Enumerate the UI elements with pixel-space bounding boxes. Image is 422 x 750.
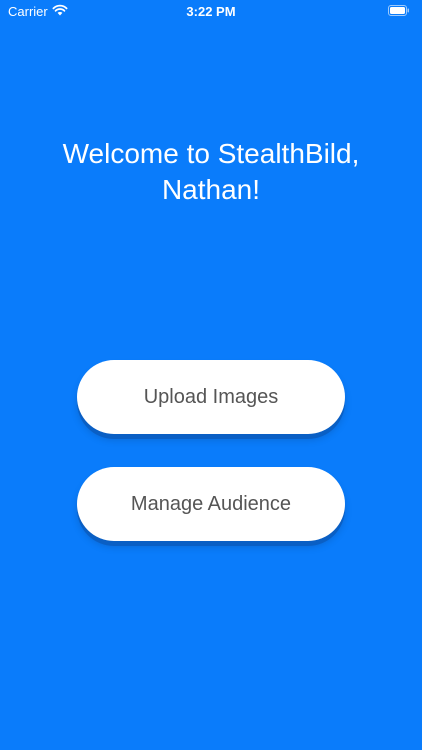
welcome-title: Welcome to StealthBild, Nathan! xyxy=(0,136,422,208)
manage-audience-button[interactable]: Manage Audience xyxy=(77,467,345,541)
status-bar: Carrier 3:22 PM xyxy=(0,0,422,22)
upload-images-button[interactable]: Upload Images xyxy=(77,360,345,434)
battery-icon xyxy=(388,5,409,16)
welcome-line-1: Welcome to StealthBild, xyxy=(62,138,360,169)
status-time: 3:22 PM xyxy=(186,4,236,19)
welcome-line-2: Nathan! xyxy=(161,174,261,205)
